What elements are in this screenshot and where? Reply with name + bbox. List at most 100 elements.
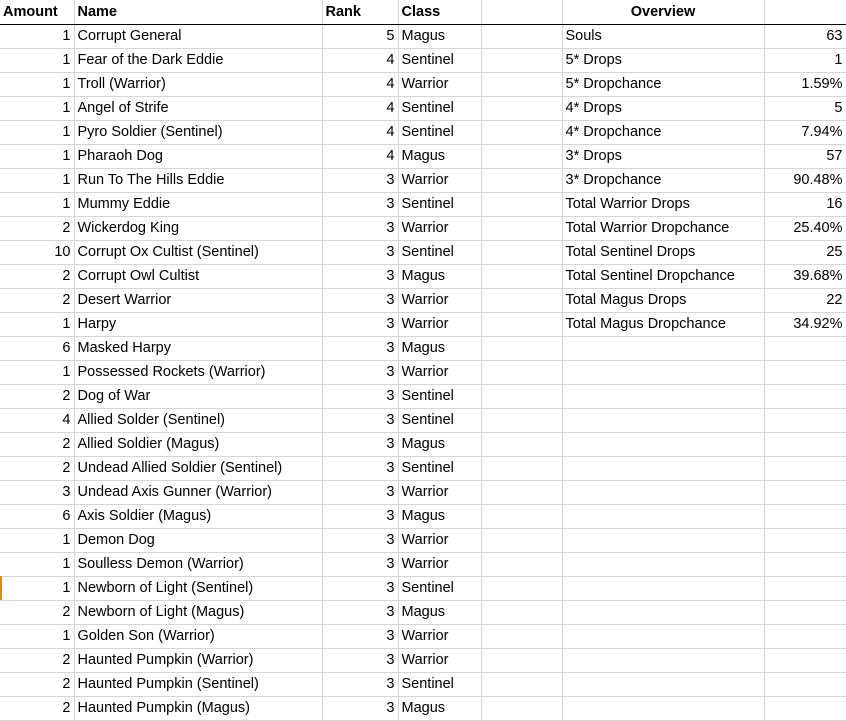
cell-spacer[interactable]: [481, 72, 563, 97]
table-row[interactable]: 1 Troll (Warrior) 4 Warrior 5* Dropchance 1.5…: [0, 72, 846, 97]
cell-name[interactable]: Possessed Rockets (Warrior): [74, 360, 323, 385]
cell-class[interactable]: Magus: [398, 264, 482, 289]
cell-overview-value[interactable]: [764, 600, 846, 625]
cell-overview-label[interactable]: 4* Dropchance: [562, 120, 765, 145]
table-row[interactable]: 3 Undead Axis Gunner (Warrior) 3 Warrior: [0, 480, 846, 505]
cell-overview-label[interactable]: 4* Drops: [562, 96, 765, 121]
cell-overview-value[interactable]: [764, 360, 846, 385]
cell-spacer[interactable]: [481, 696, 563, 721]
cell-amount[interactable]: 1: [0, 312, 75, 337]
cell-class[interactable]: Magus: [398, 336, 482, 361]
cell-overview-value[interactable]: 25.40%: [764, 216, 846, 241]
cell-class[interactable]: Warrior: [398, 528, 482, 553]
cell-overview-value[interactable]: [764, 576, 846, 601]
cell-class[interactable]: Sentinel: [398, 456, 482, 481]
cell-class[interactable]: Sentinel: [398, 672, 482, 697]
cell-name[interactable]: Fear of the Dark Eddie: [74, 48, 323, 73]
table-row[interactable]: 1 Pyro Soldier (Sentinel) 4 Sentinel 4* Drop…: [0, 120, 846, 145]
cell-name[interactable]: Corrupt Ox Cultist (Sentinel): [74, 240, 323, 265]
cell-overview-value[interactable]: [764, 336, 846, 361]
cell-overview-label[interactable]: [562, 432, 765, 457]
cell-amount[interactable]: 1: [0, 144, 75, 169]
cell-spacer[interactable]: [481, 528, 563, 553]
cell-overview-value[interactable]: 25: [764, 240, 846, 265]
cell-overview-value[interactable]: [764, 408, 846, 433]
cell-overview-label[interactable]: [562, 600, 765, 625]
cell-overview-value[interactable]: [764, 528, 846, 553]
cell-overview-label[interactable]: [562, 336, 765, 361]
cell-name[interactable]: Masked Harpy: [74, 336, 323, 361]
cell-rank[interactable]: 3: [322, 240, 399, 265]
cell-rank[interactable]: 3: [322, 528, 399, 553]
cell-amount[interactable]: 1: [0, 360, 75, 385]
cell-overview-label[interactable]: [562, 696, 765, 721]
cell-amount[interactable]: 2: [0, 432, 75, 457]
cell-overview-value[interactable]: 7.94%: [764, 120, 846, 145]
cell-name[interactable]: Haunted Pumpkin (Warrior): [74, 648, 323, 673]
cell-amount[interactable]: 2: [0, 384, 75, 409]
cell-rank[interactable]: 3: [322, 600, 399, 625]
cell-amount[interactable]: 2: [0, 672, 75, 697]
table-row[interactable]: 1 Fear of the Dark Eddie 4 Sentinel 5* Drops…: [0, 48, 846, 73]
cell-amount[interactable]: 6: [0, 336, 75, 361]
cell-amount[interactable]: 2: [0, 696, 75, 721]
cell-overview-value[interactable]: [764, 552, 846, 577]
cell-name[interactable]: Run To The Hills Eddie: [74, 168, 323, 193]
table-row[interactable]: 1 Harpy 3 Warrior Total Magus Dropchance 34.9…: [0, 312, 846, 337]
cell-overview-label[interactable]: Total Sentinel Drops: [562, 240, 765, 265]
cell-rank[interactable]: 3: [322, 696, 399, 721]
cell-overview-label[interactable]: [562, 360, 765, 385]
cell-class[interactable]: Sentinel: [398, 576, 482, 601]
cell-spacer[interactable]: [481, 504, 563, 529]
cell-class[interactable]: Magus: [398, 24, 482, 49]
cell-name[interactable]: Haunted Pumpkin (Sentinel): [74, 672, 323, 697]
table-row[interactable]: 2 Allied Soldier (Magus) 3 Magus: [0, 432, 846, 457]
cell-overview-value[interactable]: 57: [764, 144, 846, 169]
cell-rank[interactable]: 3: [322, 504, 399, 529]
cell-name[interactable]: Desert Warrior: [74, 288, 323, 313]
cell-spacer[interactable]: [481, 384, 563, 409]
cell-name[interactable]: Newborn of Light (Sentinel): [74, 576, 323, 601]
cell-name[interactable]: Newborn of Light (Magus): [74, 600, 323, 625]
cell-spacer[interactable]: [481, 240, 563, 265]
cell-name[interactable]: Mummy Eddie: [74, 192, 323, 217]
cell-overview-label[interactable]: [562, 576, 765, 601]
table-row[interactable]: 1 Soulless Demon (Warrior) 3 Warrior: [0, 552, 846, 577]
cell-overview-value[interactable]: 90.48%: [764, 168, 846, 193]
table-row[interactable]: 2 Undead Allied Soldier (Sentinel) 3 Sentin…: [0, 456, 846, 481]
table-row[interactable]: 1 Corrupt General 5 Magus Souls 63: [0, 24, 846, 49]
cell-spacer[interactable]: [481, 312, 563, 337]
cell-name[interactable]: Axis Soldier (Magus): [74, 504, 323, 529]
cell-rank[interactable]: 3: [322, 216, 399, 241]
cell-amount[interactable]: 1: [0, 48, 75, 73]
cell-amount[interactable]: 1: [0, 24, 75, 49]
cell-spacer[interactable]: [481, 480, 563, 505]
cell-spacer[interactable]: [481, 624, 563, 649]
spreadsheet-grid[interactable]: Amount Name Rank Class Overview 1 Corrupt…: [0, 0, 846, 721]
cell-name[interactable]: Pharaoh Dog: [74, 144, 323, 169]
cell-amount[interactable]: 1: [0, 72, 75, 97]
cell-name[interactable]: Haunted Pumpkin (Magus): [74, 696, 323, 721]
cell-overview-value[interactable]: 1: [764, 48, 846, 73]
table-row[interactable]: 2 Corrupt Owl Cultist 3 Magus Total Sentinel…: [0, 264, 846, 289]
cell-rank[interactable]: 3: [322, 384, 399, 409]
cell-spacer[interactable]: [481, 672, 563, 697]
cell-class[interactable]: Sentinel: [398, 96, 482, 121]
cell-name[interactable]: Harpy: [74, 312, 323, 337]
cell-spacer[interactable]: [481, 552, 563, 577]
column-header-class[interactable]: Class: [398, 0, 482, 25]
table-row[interactable]: 2 Dog of War 3 Sentinel: [0, 384, 846, 409]
cell-rank[interactable]: 3: [322, 336, 399, 361]
cell-rank[interactable]: 3: [322, 360, 399, 385]
table-row[interactable]: 2 Haunted Pumpkin (Sentinel) 3 Sentinel: [0, 672, 846, 697]
cell-class[interactable]: Warrior: [398, 168, 482, 193]
cell-overview-value[interactable]: 5: [764, 96, 846, 121]
cell-spacer[interactable]: [481, 192, 563, 217]
cell-rank[interactable]: 4: [322, 72, 399, 97]
cell-spacer[interactable]: [481, 360, 563, 385]
cell-spacer[interactable]: [481, 576, 563, 601]
cell-overview-value[interactable]: [764, 648, 846, 673]
table-row[interactable]: 2 Desert Warrior 3 Warrior Total Magus Drops…: [0, 288, 846, 313]
table-row[interactable]: 1 Pharaoh Dog 4 Magus 3* Drops 57: [0, 144, 846, 169]
table-row[interactable]: 1 Demon Dog 3 Warrior: [0, 528, 846, 553]
